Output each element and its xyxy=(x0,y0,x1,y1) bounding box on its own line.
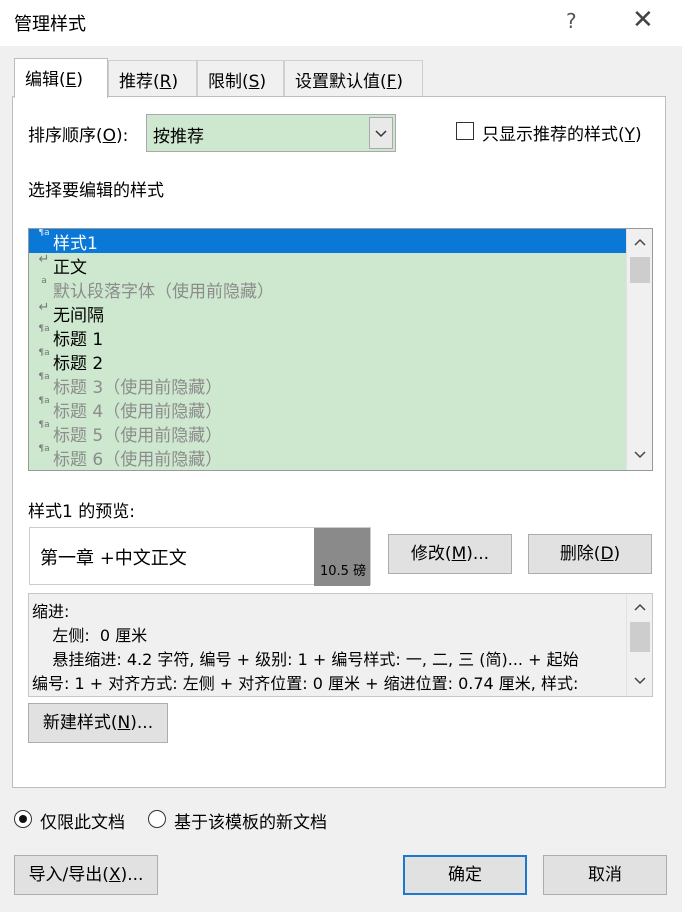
preview-size-block: 10.5 磅 xyxy=(314,528,370,586)
only-recommended-label[interactable]: 只显示推荐的样式(Y) xyxy=(482,120,642,145)
preview-font-size: 10.5 磅 xyxy=(320,564,367,579)
paragraph-char-style-icon: ¶a xyxy=(38,396,50,406)
list-item[interactable]: ¶a 标题 4（使用前隐藏） xyxy=(29,396,626,422)
style-list-scrollbar[interactable] xyxy=(626,229,652,470)
only-recommended-checkbox[interactable] xyxy=(456,122,474,140)
scroll-down-icon[interactable] xyxy=(627,670,652,694)
style-description: 缩进: 左侧: 0 厘米 悬挂缩进: 4.2 字符, 编号 + 级别: 1 + … xyxy=(28,593,653,697)
tab-restrict[interactable]: 限制(S) xyxy=(197,60,284,96)
ok-button[interactable]: 确定 xyxy=(403,855,527,895)
paragraph-char-style-icon: ¶a xyxy=(38,228,50,238)
tab-set-defaults[interactable]: 设置默认值(F) xyxy=(284,60,423,96)
list-item[interactable]: ¶a 标题 6（使用前隐藏） xyxy=(29,444,626,470)
scroll-up-icon[interactable] xyxy=(627,231,652,255)
paragraph-style-icon: ↵ xyxy=(38,300,50,315)
list-item[interactable]: ¶a 标题 2 xyxy=(29,348,626,374)
paragraph-char-style-icon: ¶a xyxy=(38,420,50,430)
tab-edit[interactable]: 编辑(E) xyxy=(14,58,108,98)
delete-button[interactable]: 删除(D) xyxy=(528,534,652,574)
style-listbox[interactable]: ¶a 样式1 ↵ 正文 a 默认段落字体（使用前隐藏） ↵ 无间隔 ¶a 标题 … xyxy=(28,228,653,471)
style-list-heading: 选择要编辑的样式 xyxy=(28,181,164,201)
import-export-button[interactable]: 导入/导出(X)... xyxy=(14,855,158,895)
this-document-radio[interactable] xyxy=(14,810,32,828)
paragraph-style-icon: ↵ xyxy=(38,252,50,267)
style-preview: 第一章 +中文正文 10.5 磅 xyxy=(29,527,371,586)
cancel-button[interactable]: 取消 xyxy=(543,855,667,895)
sort-order-select[interactable]: 按推荐 xyxy=(146,114,396,152)
scroll-thumb[interactable] xyxy=(630,257,650,283)
description-scrollbar[interactable] xyxy=(626,594,652,696)
close-icon[interactable]: ✕ xyxy=(632,5,654,35)
scroll-thumb[interactable] xyxy=(630,622,650,652)
list-item[interactable]: ¶a 样式1 xyxy=(29,228,626,254)
paragraph-char-style-icon: ¶a xyxy=(38,444,50,454)
paragraph-char-style-icon: ¶a xyxy=(38,324,50,334)
tab-recommend[interactable]: 推荐(R) xyxy=(108,60,197,96)
new-style-button[interactable]: 新建样式(N)... xyxy=(28,703,168,743)
help-icon[interactable]: ? xyxy=(566,9,577,33)
scroll-down-icon[interactable] xyxy=(627,444,652,468)
preview-sample-text: 第一章 +中文正文 xyxy=(40,548,187,569)
modify-button[interactable]: 修改(M)... xyxy=(388,534,512,574)
sort-order-value: 按推荐 xyxy=(153,127,204,147)
character-style-icon: a xyxy=(41,276,47,286)
paragraph-char-style-icon: ¶a xyxy=(38,348,50,358)
list-item[interactable]: a 默认段落字体（使用前隐藏） xyxy=(29,276,626,302)
list-item[interactable]: ↵ 无间隔 xyxy=(29,300,626,326)
list-item[interactable]: ¶a 标题 5（使用前隐藏） xyxy=(29,420,626,446)
this-document-label[interactable]: 仅限此文档 xyxy=(40,808,125,833)
scroll-up-icon[interactable] xyxy=(627,596,652,620)
list-item[interactable]: ¶a 标题 1 xyxy=(29,324,626,350)
preview-heading: 样式1 的预览: xyxy=(28,502,135,522)
list-item[interactable]: ¶a 标题 3（使用前隐藏） xyxy=(29,372,626,398)
new-documents-label[interactable]: 基于该模板的新文档 xyxy=(174,808,327,833)
dialog-title: 管理样式 xyxy=(14,14,86,35)
title-bar xyxy=(0,0,682,46)
chevron-down-icon[interactable] xyxy=(369,117,393,149)
new-documents-radio[interactable] xyxy=(148,810,166,828)
sort-order-label: 排序顺序(O): xyxy=(28,126,129,146)
paragraph-char-style-icon: ¶a xyxy=(38,372,50,382)
list-item[interactable]: ↵ 正文 xyxy=(29,252,626,278)
